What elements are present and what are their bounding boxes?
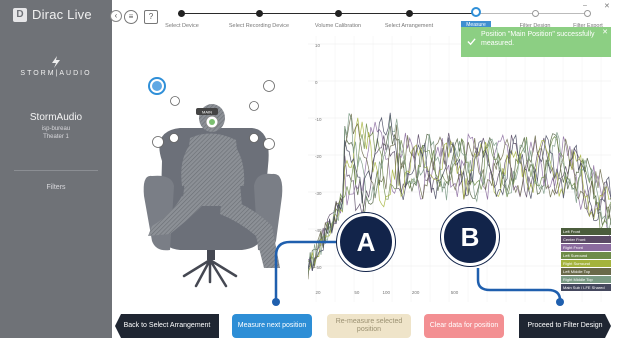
dirac-live-window: D Dirac Live STORM|AUDIO StormAudio isp-… (0, 0, 619, 338)
sidebar: D Dirac Live STORM|AUDIO StormAudio isp-… (0, 0, 112, 338)
storm-audio-logo: STORM|AUDIO (20, 70, 92, 77)
device-theater: Theater 1 (43, 134, 69, 140)
dirac-logo: D Dirac Live (13, 7, 92, 22)
device-host: isp-bureau (41, 126, 71, 132)
legend-item[interactable]: Main Sub / LFE Shared (561, 284, 611, 291)
step-dot-filter-export[interactable] (584, 10, 591, 17)
success-notification: Position "Main Position" successfully me… (461, 27, 611, 57)
lightning-icon (52, 56, 60, 68)
collapse-sidebar-button[interactable]: ‹ (110, 10, 122, 22)
y-tick-label: -30 (315, 191, 322, 196)
back-to-arrangement-button[interactable]: Back to Select Arrangement (115, 314, 219, 338)
callout-a: A (337, 213, 395, 271)
step-label-select-device: Select Device (165, 23, 199, 29)
mic-position-8[interactable] (263, 138, 275, 150)
mic-position-3[interactable] (263, 80, 275, 92)
sidebar-item-filters[interactable]: Filters (0, 184, 112, 191)
mic-position-5[interactable] (152, 136, 164, 148)
menu-icon[interactable]: ≡ (124, 10, 138, 24)
legend-item[interactable]: Left Surround (561, 252, 611, 259)
notification-text: Position "Main Position" successfully me… (481, 31, 595, 47)
window-close-icon[interactable]: ✕ (604, 2, 610, 10)
step-dot-select-arrangement[interactable] (406, 10, 413, 17)
app-title: Dirac Live (32, 7, 92, 22)
mic-position-6[interactable] (169, 133, 179, 143)
legend-item[interactable]: Left Middle Top (561, 268, 611, 275)
legend-item[interactable]: Right Middle Top (561, 276, 611, 283)
y-tick-label: -50 (315, 265, 322, 270)
legend-item[interactable]: Center Front (561, 236, 611, 243)
step-label-recording-device: Select Recording Device (228, 23, 290, 29)
mic-position-4[interactable] (249, 101, 259, 111)
minimize-icon[interactable]: – (583, 2, 587, 9)
help-icon[interactable]: ? (144, 10, 158, 24)
x-tick-label: 100 (383, 290, 391, 295)
step-dot-volume-calibration[interactable] (335, 10, 342, 17)
mic-position-active[interactable] (148, 77, 166, 95)
callout-b: B (441, 208, 499, 266)
x-tick-label: 50 (354, 290, 360, 295)
step-dot-recording-device[interactable] (256, 10, 263, 17)
sidebar-divider (14, 170, 98, 171)
remeasure-position-button[interactable]: Re-measure selected position (327, 314, 411, 338)
step-dot-filter-design[interactable] (532, 10, 539, 17)
legend-item[interactable]: Left Front (561, 228, 611, 235)
x-tick-label: 500 (451, 290, 459, 295)
x-tick-label: 200 (412, 290, 420, 295)
step-dot-select-device[interactable] (178, 10, 185, 17)
checkmark-icon (467, 38, 476, 46)
dirac-logo-icon: D (13, 7, 27, 22)
step-label-select-arrangement: Select Arrangement (384, 23, 434, 29)
legend-item[interactable]: Right Front (561, 244, 611, 251)
y-tick-label: -20 (315, 154, 322, 159)
x-tick-label: 20 (315, 290, 321, 295)
device-name: StormAudio (29, 112, 83, 123)
proceed-to-filter-design-button[interactable]: Proceed to Filter Design (519, 314, 611, 338)
legend-item[interactable]: Right Surround (561, 260, 611, 267)
y-tick-label: -10 (315, 117, 322, 122)
listening-position-scene: MAIN (143, 77, 283, 288)
clear-position-data-button[interactable]: Clear data for position (424, 314, 504, 338)
main-position-label: MAIN (202, 110, 212, 115)
chart-legend: Left Front Center Front Right Front Left Su… (561, 228, 611, 292)
mic-position-7[interactable] (249, 133, 259, 143)
step-dot-measure[interactable] (471, 7, 481, 17)
stepper-line-done (178, 13, 474, 14)
y-tick-label: 10 (315, 43, 321, 48)
mic-position-2[interactable] (170, 96, 180, 106)
notification-close-icon[interactable]: ✕ (602, 28, 608, 37)
step-label-volume-calibration: Volume Calibration (314, 23, 362, 29)
measure-next-position-button[interactable]: Measure next position (232, 314, 312, 338)
